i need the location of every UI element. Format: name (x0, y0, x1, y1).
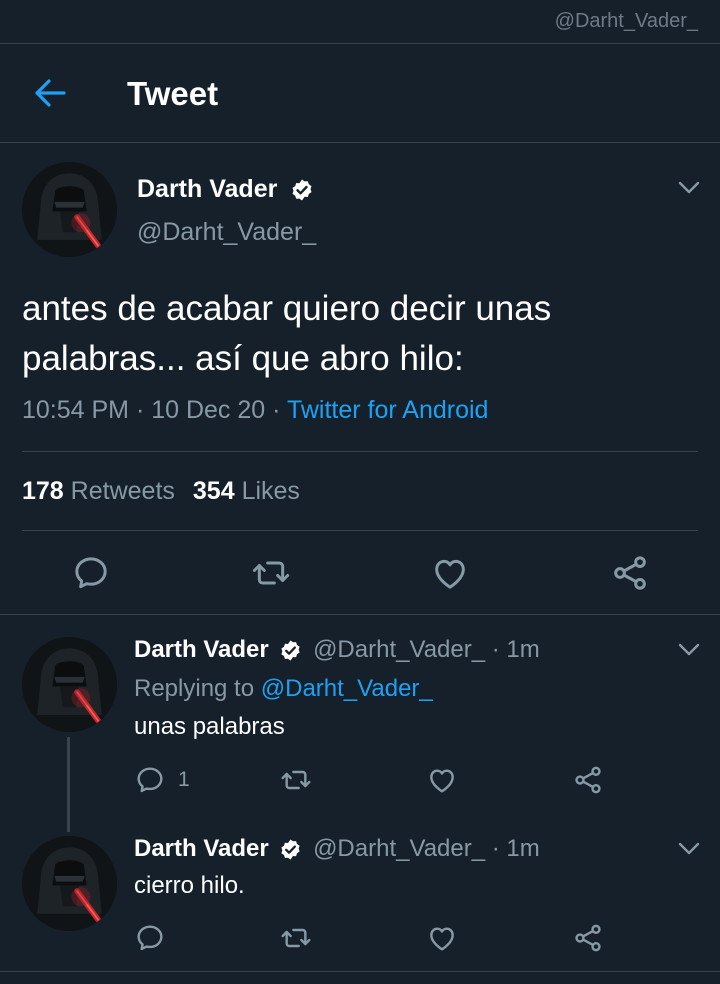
replying-to: Replying to @Darht_Vader_ (134, 675, 433, 703)
like-icon[interactable] (426, 764, 458, 796)
reply-count: 1 (178, 768, 190, 791)
share-icon[interactable] (572, 922, 604, 954)
reply-author-name[interactable]: Darth Vader (134, 835, 269, 862)
reply-author-handle[interactable]: @Darht_Vader_ · 1m (313, 636, 540, 663)
verified-badge-icon (279, 838, 302, 861)
author-handle[interactable]: @Darht_Vader_ (137, 218, 316, 247)
divider (22, 451, 698, 452)
tweet-meta: 10:54 PM · 10 Dec 20 · Twitter for Andro… (22, 396, 488, 425)
header: Tweet (0, 44, 720, 142)
replying-to-link[interactable]: @Darht_Vader_ (261, 675, 433, 702)
share-icon[interactable] (610, 553, 650, 593)
reply-author-name[interactable]: Darth Vader (134, 636, 269, 663)
chevron-down-icon[interactable] (678, 643, 700, 657)
like-icon[interactable] (430, 553, 470, 593)
retweets-stat[interactable]: 178 Retweets (22, 477, 175, 505)
page-title: Tweet (127, 75, 219, 112)
reply-icon[interactable] (71, 553, 111, 593)
reply-text: unas palabras (134, 713, 285, 740)
retweet-icon[interactable] (280, 764, 312, 796)
replying-prefix: Replying to (134, 675, 261, 702)
avatar[interactable] (22, 637, 117, 732)
author-name[interactable]: Darth Vader (137, 175, 314, 204)
reply-author[interactable]: Darth Vader @Darht_Vader_ · 1m (134, 636, 540, 664)
chevron-down-icon[interactable] (678, 842, 700, 856)
like-icon[interactable] (426, 922, 458, 954)
divider (0, 971, 720, 972)
verified-badge-icon (279, 639, 302, 662)
reply-author-handle[interactable]: @Darht_Vader_ · 1m (313, 835, 540, 862)
reply-author[interactable]: Darth Vader @Darht_Vader_ · 1m (134, 835, 540, 863)
reply-icon[interactable] (134, 922, 166, 954)
likes-count: 354 (192, 477, 235, 505)
chevron-down-icon[interactable] (678, 181, 700, 195)
verified-badge-icon (290, 178, 314, 202)
watermark: @Darht_Vader_ (554, 10, 698, 32)
author-name-text[interactable]: Darth Vader (137, 175, 277, 203)
avatar[interactable] (22, 836, 117, 931)
retweets-label: Retweets (70, 477, 175, 505)
likes-label: Likes (241, 477, 300, 505)
retweet-icon[interactable] (280, 922, 312, 954)
tweet-text-line: palabras... así que abro hilo: (22, 339, 464, 378)
retweet-icon[interactable] (251, 553, 291, 593)
tweet-text: antes de acabar quiero decir unas palabr… (22, 284, 702, 384)
divider (22, 530, 698, 531)
likes-stat[interactable]: 354 Likes (193, 477, 300, 505)
avatar[interactable] (22, 162, 117, 257)
tweet-stats: 178 Retweets 354 Likes (22, 477, 300, 506)
retweets-count: 178 (22, 477, 64, 505)
share-icon[interactable] (572, 764, 604, 796)
reply-icon[interactable] (134, 764, 166, 796)
divider (0, 614, 720, 615)
tweet-text-line: antes de acabar quiero decir unas (22, 289, 552, 328)
tweet-time: 10:54 PM · 10 Dec 20 · (22, 396, 287, 424)
tweet-source-link[interactable]: Twitter for Android (287, 396, 488, 424)
divider (0, 142, 720, 143)
back-arrow-icon[interactable] (34, 78, 66, 108)
reply-text: cierro hilo. (134, 872, 245, 899)
thread-connector (67, 737, 70, 832)
